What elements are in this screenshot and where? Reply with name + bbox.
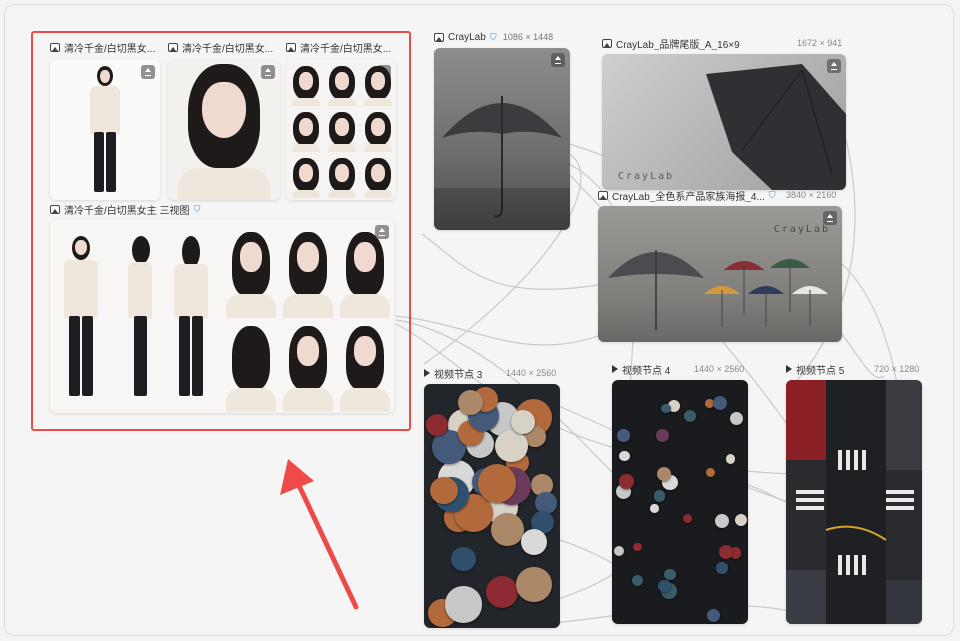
node-dimensions: 3840 × 2160 — [786, 190, 837, 200]
verified-icon: ⛉ — [768, 190, 776, 200]
umbrella-from-above — [619, 474, 634, 489]
node-title-video4[interactable]: 视频节点 4 — [612, 362, 692, 376]
street-crossing-illustration — [786, 380, 922, 624]
workflow-canvas[interactable]: 清冷千金/白切黑女... 清冷千金/白切黑女... 清冷千金/白切黑女... 清… — [4, 4, 954, 636]
umbrella-from-above — [713, 395, 728, 411]
umbrella-from-above — [658, 579, 671, 592]
umbrella-from-above — [430, 476, 458, 505]
umbrella-from-above — [445, 586, 482, 623]
wire — [395, 315, 605, 346]
umbrella-from-above — [726, 454, 736, 464]
umbrella-from-above — [716, 562, 728, 574]
play-icon — [612, 365, 618, 373]
image-card-brand[interactable]: CrayLab — [602, 54, 846, 190]
verified-icon: ⛉ — [489, 32, 497, 42]
umbrella-from-above — [706, 608, 721, 622]
umbrella-from-above — [661, 403, 671, 414]
umbrella-from-above — [706, 467, 716, 478]
umbrella-from-above — [520, 529, 547, 556]
node-title-text: CrayLab_全色系产品家族海报_4... — [612, 191, 765, 203]
node-title-text: CrayLab_品牌尾版_A_16×9 — [616, 39, 740, 51]
download-icon[interactable] — [827, 59, 841, 73]
node-dimensions: 1086 × 1448 — [502, 32, 554, 42]
download-icon[interactable] — [551, 53, 565, 67]
node-title-family[interactable]: CrayLab_全色系产品家族海报_4... ⛉ — [598, 188, 788, 202]
image-card-umbrella1[interactable] — [434, 48, 570, 230]
image-icon — [602, 38, 612, 48]
play-icon — [424, 369, 430, 377]
umbrella-from-above — [490, 512, 524, 546]
video-card-4[interactable] — [612, 380, 748, 624]
node-title-brand[interactable]: CrayLab_品牌尾版_A_16×9 — [602, 36, 792, 50]
download-icon[interactable] — [823, 211, 837, 225]
node-title-umbrella1[interactable]: CrayLab ⛉ 1086 × 1448 — [434, 30, 574, 44]
umbrella-from-above — [656, 467, 671, 482]
brand-watermark: CrayLab — [618, 171, 675, 182]
node-dimensions: 1440 × 2560 — [506, 368, 557, 378]
umbrella-from-above — [714, 513, 730, 528]
node-title-text: 视频节点 4 — [622, 365, 671, 377]
umbrella-from-above — [426, 414, 448, 436]
image-icon — [598, 190, 608, 200]
node-title-video5[interactable]: 视频节点 5 — [786, 362, 866, 376]
annotation-arrow — [280, 459, 359, 610]
selection-highlight-box — [31, 31, 411, 431]
umbrella-from-above — [516, 566, 552, 603]
umbrella-from-above — [650, 504, 659, 513]
brand-watermark: CrayLab — [773, 224, 830, 235]
umbrella-from-above — [653, 490, 666, 502]
umbrella-from-above — [632, 575, 644, 587]
umbrella-from-above — [617, 429, 630, 442]
umbrella-illustration — [434, 96, 570, 230]
node-title-text: CrayLab — [448, 31, 486, 43]
umbrella-from-above — [619, 450, 630, 462]
umbrella-from-above — [485, 575, 519, 608]
node-dimensions: 720 × 1280 — [874, 364, 920, 374]
node-title-text: 视频节点 5 — [796, 365, 845, 377]
node-dimensions: 1672 × 941 — [797, 38, 843, 48]
umbrella-from-above — [458, 389, 484, 415]
umbrella-from-above — [655, 428, 670, 443]
umbrella-canopy-illustration — [706, 64, 846, 190]
umbrella-from-above — [730, 411, 744, 425]
umbrella-from-above — [495, 429, 528, 463]
node-title-video3[interactable]: 视频节点 3 — [424, 366, 504, 380]
image-card-family[interactable]: CrayLab — [598, 206, 842, 342]
video-card-5[interactable] — [786, 380, 922, 624]
umbrella-from-above — [682, 514, 692, 523]
umbrella-from-above — [477, 463, 517, 503]
wire — [421, 233, 605, 290]
umbrella-from-above — [451, 546, 476, 571]
play-icon — [786, 365, 792, 373]
node-dimensions: 1440 × 2560 — [694, 364, 745, 374]
umbrella-from-above — [632, 542, 642, 552]
image-icon — [434, 32, 444, 42]
node-title-text: 视频节点 3 — [434, 369, 483, 381]
umbrella-from-above — [613, 545, 625, 557]
umbrella-from-above — [664, 568, 676, 581]
umbrella-from-above — [734, 513, 747, 526]
umbrella-from-above — [684, 410, 697, 423]
video-card-3[interactable] — [424, 384, 560, 628]
